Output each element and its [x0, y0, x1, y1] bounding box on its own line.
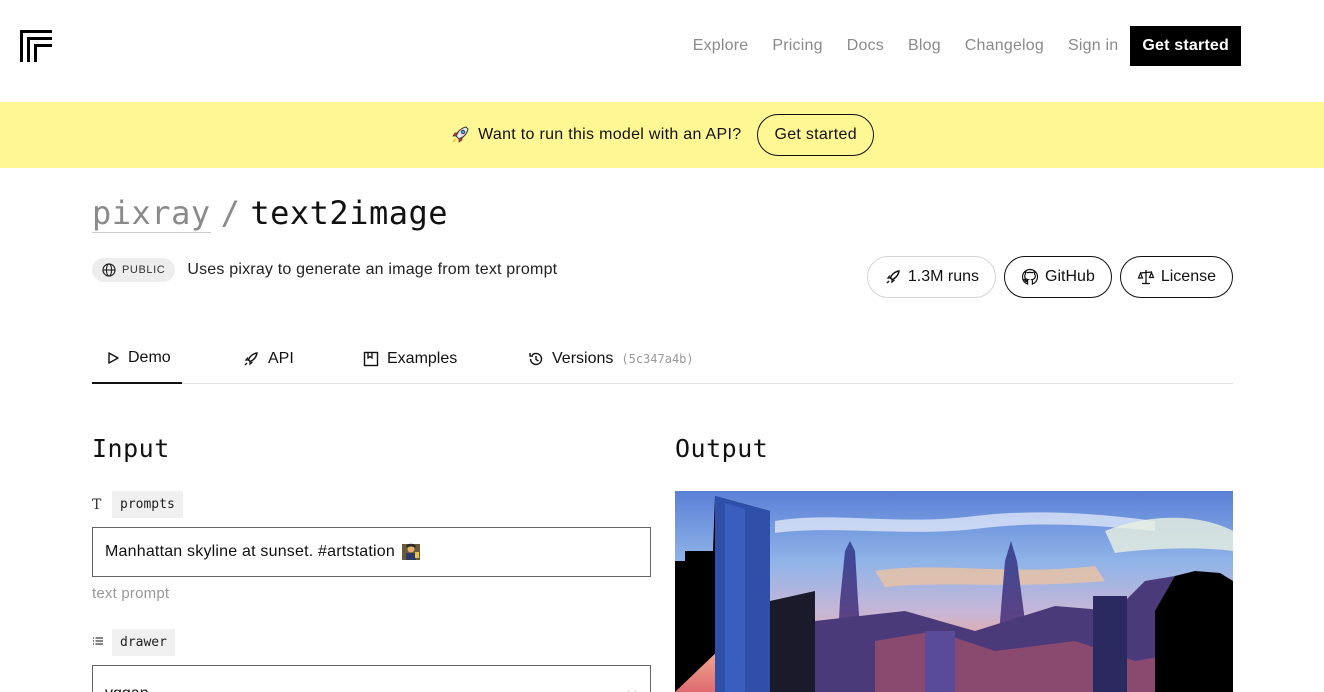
nav-explore[interactable]: Explore	[693, 37, 749, 55]
api-banner: Want to run this model with an API? Get …	[0, 102, 1324, 168]
banner-get-started-button[interactable]: Get started	[757, 114, 874, 156]
prompts-label: T prompts	[92, 491, 183, 518]
rocket-icon	[244, 352, 258, 366]
input-heading: Input	[92, 434, 170, 463]
nav-changelog[interactable]: Changelog	[965, 37, 1044, 55]
banner-text: Want to run this model with an API?	[478, 126, 742, 143]
github-icon	[1021, 268, 1039, 285]
generated-image	[675, 491, 1233, 692]
output-image[interactable]	[675, 491, 1233, 692]
github-label: GitHub	[1045, 268, 1095, 285]
globe-icon	[102, 263, 116, 277]
tab-versions-label: Versions	[552, 350, 614, 367]
license-label: License	[1160, 268, 1216, 285]
model-tabs: Demo API Examples Versions (5c347a4b)	[92, 334, 1233, 384]
play-icon	[108, 352, 119, 364]
visibility-label: PUBLIC	[122, 264, 166, 276]
drawer-label: drawer	[92, 629, 175, 656]
get-started-button[interactable]: Get started	[1130, 26, 1241, 66]
page-title: pixray / text2image	[92, 194, 449, 233]
visibility-badge: PUBLIC	[92, 258, 176, 282]
title-separator: /	[220, 194, 241, 232]
scale-icon	[1137, 270, 1155, 285]
history-icon	[529, 352, 543, 366]
tab-versions[interactable]: Versions (5c347a4b)	[528, 334, 694, 384]
drawer-value: vqgan	[105, 685, 149, 692]
book-icon	[363, 351, 379, 367]
nav-pricing[interactable]: Pricing	[772, 37, 822, 55]
model-name: text2image	[250, 194, 449, 232]
rocket-icon	[886, 270, 900, 284]
main-nav: Explore Pricing Docs Blog Changelog Sign…	[693, 26, 1241, 66]
license-button[interactable]: License	[1119, 256, 1233, 298]
prompts-input[interactable]: Manhattan skyline at sunset. #artstation	[92, 527, 651, 577]
artist-emoji-icon	[401, 543, 420, 560]
drawer-label-text: drawer	[112, 629, 175, 656]
chevron-down-icon	[628, 691, 636, 692]
version-hash: (5c347a4b)	[621, 352, 694, 366]
model-meta: PUBLIC Uses pixray to generate an image …	[92, 258, 557, 282]
list-icon	[92, 635, 108, 651]
runs-count: 1.3M runs	[907, 268, 980, 285]
tab-examples-label: Examples	[387, 350, 458, 367]
drawer-select[interactable]: vqgan	[92, 665, 651, 692]
prompts-value: Manhattan skyline at sunset. #artstation	[105, 543, 395, 560]
nav-blog[interactable]: Blog	[908, 37, 941, 55]
output-heading: Output	[675, 434, 769, 463]
nav-docs[interactable]: Docs	[847, 37, 884, 55]
text-icon: T	[92, 496, 102, 513]
tab-examples[interactable]: Examples	[363, 334, 457, 384]
prompts-hint: text prompt	[92, 585, 170, 602]
nav-sign-in[interactable]: Sign in	[1068, 37, 1118, 55]
tab-demo-label: Demo	[128, 349, 171, 366]
model-description: Uses pixray to generate an image from te…	[187, 261, 558, 278]
logo-icon[interactable]	[20, 30, 52, 62]
tab-api-label: API	[268, 350, 294, 367]
rocket-icon	[452, 126, 469, 143]
tab-demo[interactable]: Demo	[92, 334, 182, 384]
banner-message: Want to run this model with an API? Get …	[450, 114, 874, 156]
tab-api[interactable]: API	[242, 334, 294, 384]
model-owner-link[interactable]: pixray	[92, 194, 211, 233]
prompts-label-text: prompts	[112, 491, 183, 518]
top-navigation: Explore Pricing Docs Blog Changelog Sign…	[0, 0, 1324, 102]
model-actions: 1.3M runs GitHub License	[859, 256, 1233, 298]
runs-button[interactable]: 1.3M runs	[866, 256, 997, 298]
github-button[interactable]: GitHub	[1004, 256, 1112, 298]
